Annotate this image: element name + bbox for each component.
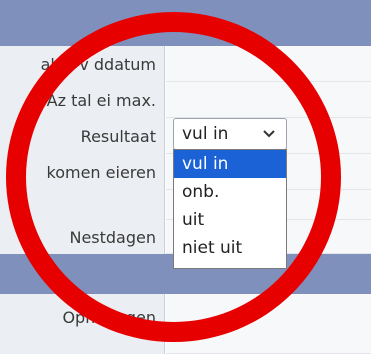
field-label: komen eieren — [0, 154, 165, 190]
field-label — [0, 190, 165, 220]
laying-date-field[interactable] — [166, 46, 371, 82]
field-label: Nestdagen — [0, 220, 165, 254]
result-select-value: vul in — [182, 124, 229, 144]
result-option[interactable]: uit — [174, 206, 286, 234]
chevron-down-icon — [263, 130, 275, 138]
form-row-max-eggs: Az tal ei max. — [0, 82, 371, 119]
max-eggs-field[interactable] — [166, 82, 371, 118]
section-header-bar — [0, 0, 371, 46]
result-select[interactable]: vul in — [173, 118, 287, 150]
field-label: Opme ngen — [0, 294, 165, 354]
field-label: Az tal ei max. — [0, 82, 165, 118]
result-option[interactable]: niet uit — [174, 234, 286, 262]
remarks-field[interactable] — [166, 294, 371, 354]
form-row-laying-date: al ei v ddatum — [0, 46, 371, 83]
field-label: al ei v ddatum — [0, 46, 165, 82]
result-option[interactable]: vul in — [174, 150, 286, 178]
result-option[interactable]: onb. — [174, 178, 286, 206]
result-dropdown: vul in onb. uit niet uit — [173, 149, 287, 269]
field-label: Resultaat — [0, 118, 165, 154]
form-row-remarks: Opme ngen — [0, 294, 371, 355]
